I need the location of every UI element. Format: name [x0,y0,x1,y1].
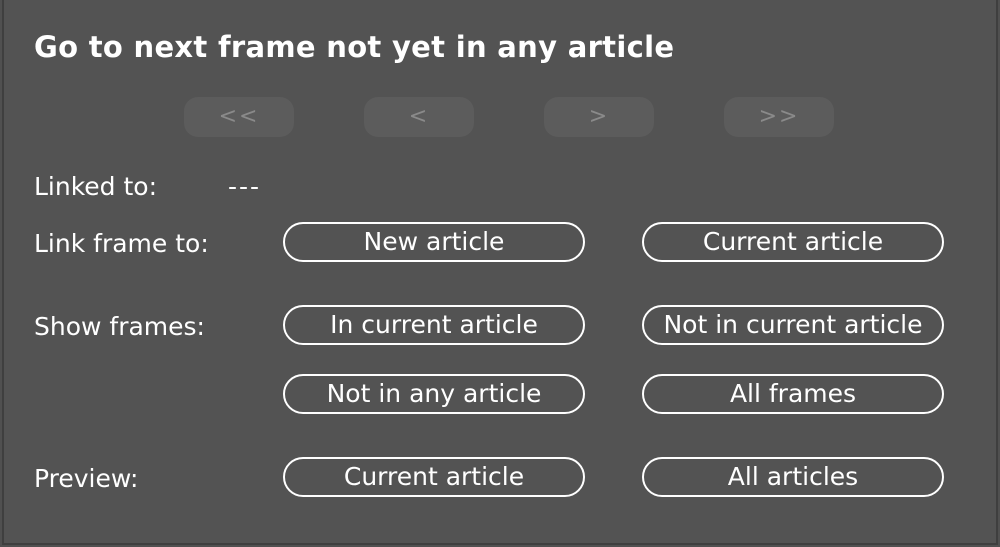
show-frames-label: Show frames: [34,312,205,341]
show-all-frames-button[interactable]: All frames [642,374,944,414]
last-frame-button[interactable]: >> [724,97,834,137]
show-in-current-article-button[interactable]: In current article [283,305,585,345]
show-not-in-any-article-button[interactable]: Not in any article [283,374,585,414]
first-frame-button[interactable]: << [184,97,294,137]
preview-all-articles-button[interactable]: All articles [642,457,944,497]
linked-to-value: --- [228,172,262,201]
preview-label: Preview: [34,464,139,493]
article-panel: Go to next frame not yet in any article … [2,0,998,545]
show-not-in-current-article-button[interactable]: Not in current article [642,305,944,345]
panel-title: Go to next frame not yet in any article [34,30,675,64]
link-new-article-button[interactable]: New article [283,222,585,262]
link-frame-to-label: Link frame to: [34,229,209,258]
linked-to-label: Linked to: [34,172,158,201]
previous-frame-button[interactable]: < [364,97,474,137]
next-frame-button[interactable]: > [544,97,654,137]
preview-current-article-button[interactable]: Current article [283,457,585,497]
link-current-article-button[interactable]: Current article [642,222,944,262]
